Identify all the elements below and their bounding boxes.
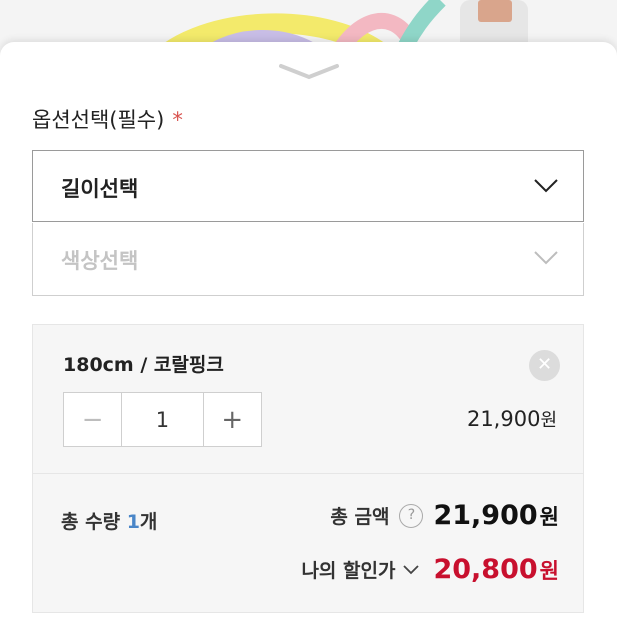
total-amount-value: 21,900 <box>433 500 538 531</box>
chevron-down-icon <box>403 564 420 574</box>
option-price-value: 21,900 <box>466 407 541 431</box>
quantity-value[interactable]: 1 <box>121 393 204 446</box>
length-select[interactable]: 길이선택 <box>32 150 584 222</box>
chevron-down-icon <box>279 64 339 80</box>
color-select-label: 색상선택 <box>61 249 139 273</box>
decrease-quantity-button[interactable]: − <box>64 393 121 446</box>
selected-option-card: 180cm / 코랄핑크 ✕ − 1 + 21,900원 <box>32 324 584 474</box>
option-section-label: 옵션선택(필수) * <box>32 104 183 134</box>
total-amount-label: 총 금액 <box>330 506 390 528</box>
discount-amount-unit: 원 <box>539 558 559 583</box>
total-quantity-value: 1 <box>126 511 140 533</box>
option-price-unit: 원 <box>540 410 557 431</box>
total-quantity-label: 총 수량 <box>61 511 121 533</box>
selected-option-name: 180cm / 코랄핑크 <box>63 354 224 376</box>
order-summary: 총 수량 1개 총 금액 ? 21,900 원 나의 할인가 20,800 원 <box>32 473 584 613</box>
total-quantity-unit: 개 <box>139 511 158 533</box>
required-mark: * <box>172 108 183 132</box>
total-quantity: 총 수량 1개 <box>61 507 157 534</box>
remove-option-button[interactable]: ✕ <box>529 350 560 381</box>
discount-price-toggle[interactable]: 나의 할인가 20,800 원 <box>301 554 559 585</box>
color-select[interactable]: 색상선택 <box>32 223 584 296</box>
total-amount-row: 총 금액 ? 21,900 원 <box>330 500 559 531</box>
chevron-down-icon <box>534 251 558 265</box>
length-select-label: 길이선택 <box>61 177 139 201</box>
increase-quantity-button[interactable]: + <box>204 393 261 446</box>
quantity-stepper: − 1 + <box>63 392 262 447</box>
close-icon: ✕ <box>536 354 553 375</box>
total-amount-unit: 원 <box>539 504 559 529</box>
collapse-handle[interactable] <box>277 62 341 82</box>
chevron-down-icon <box>534 179 558 193</box>
discount-label: 나의 할인가 <box>301 560 396 582</box>
help-icon[interactable]: ? <box>399 503 424 528</box>
option-price: 21,900원 <box>467 406 557 432</box>
discount-amount-value: 20,800 <box>433 554 538 585</box>
option-label-text: 옵션선택(필수) <box>32 108 165 132</box>
